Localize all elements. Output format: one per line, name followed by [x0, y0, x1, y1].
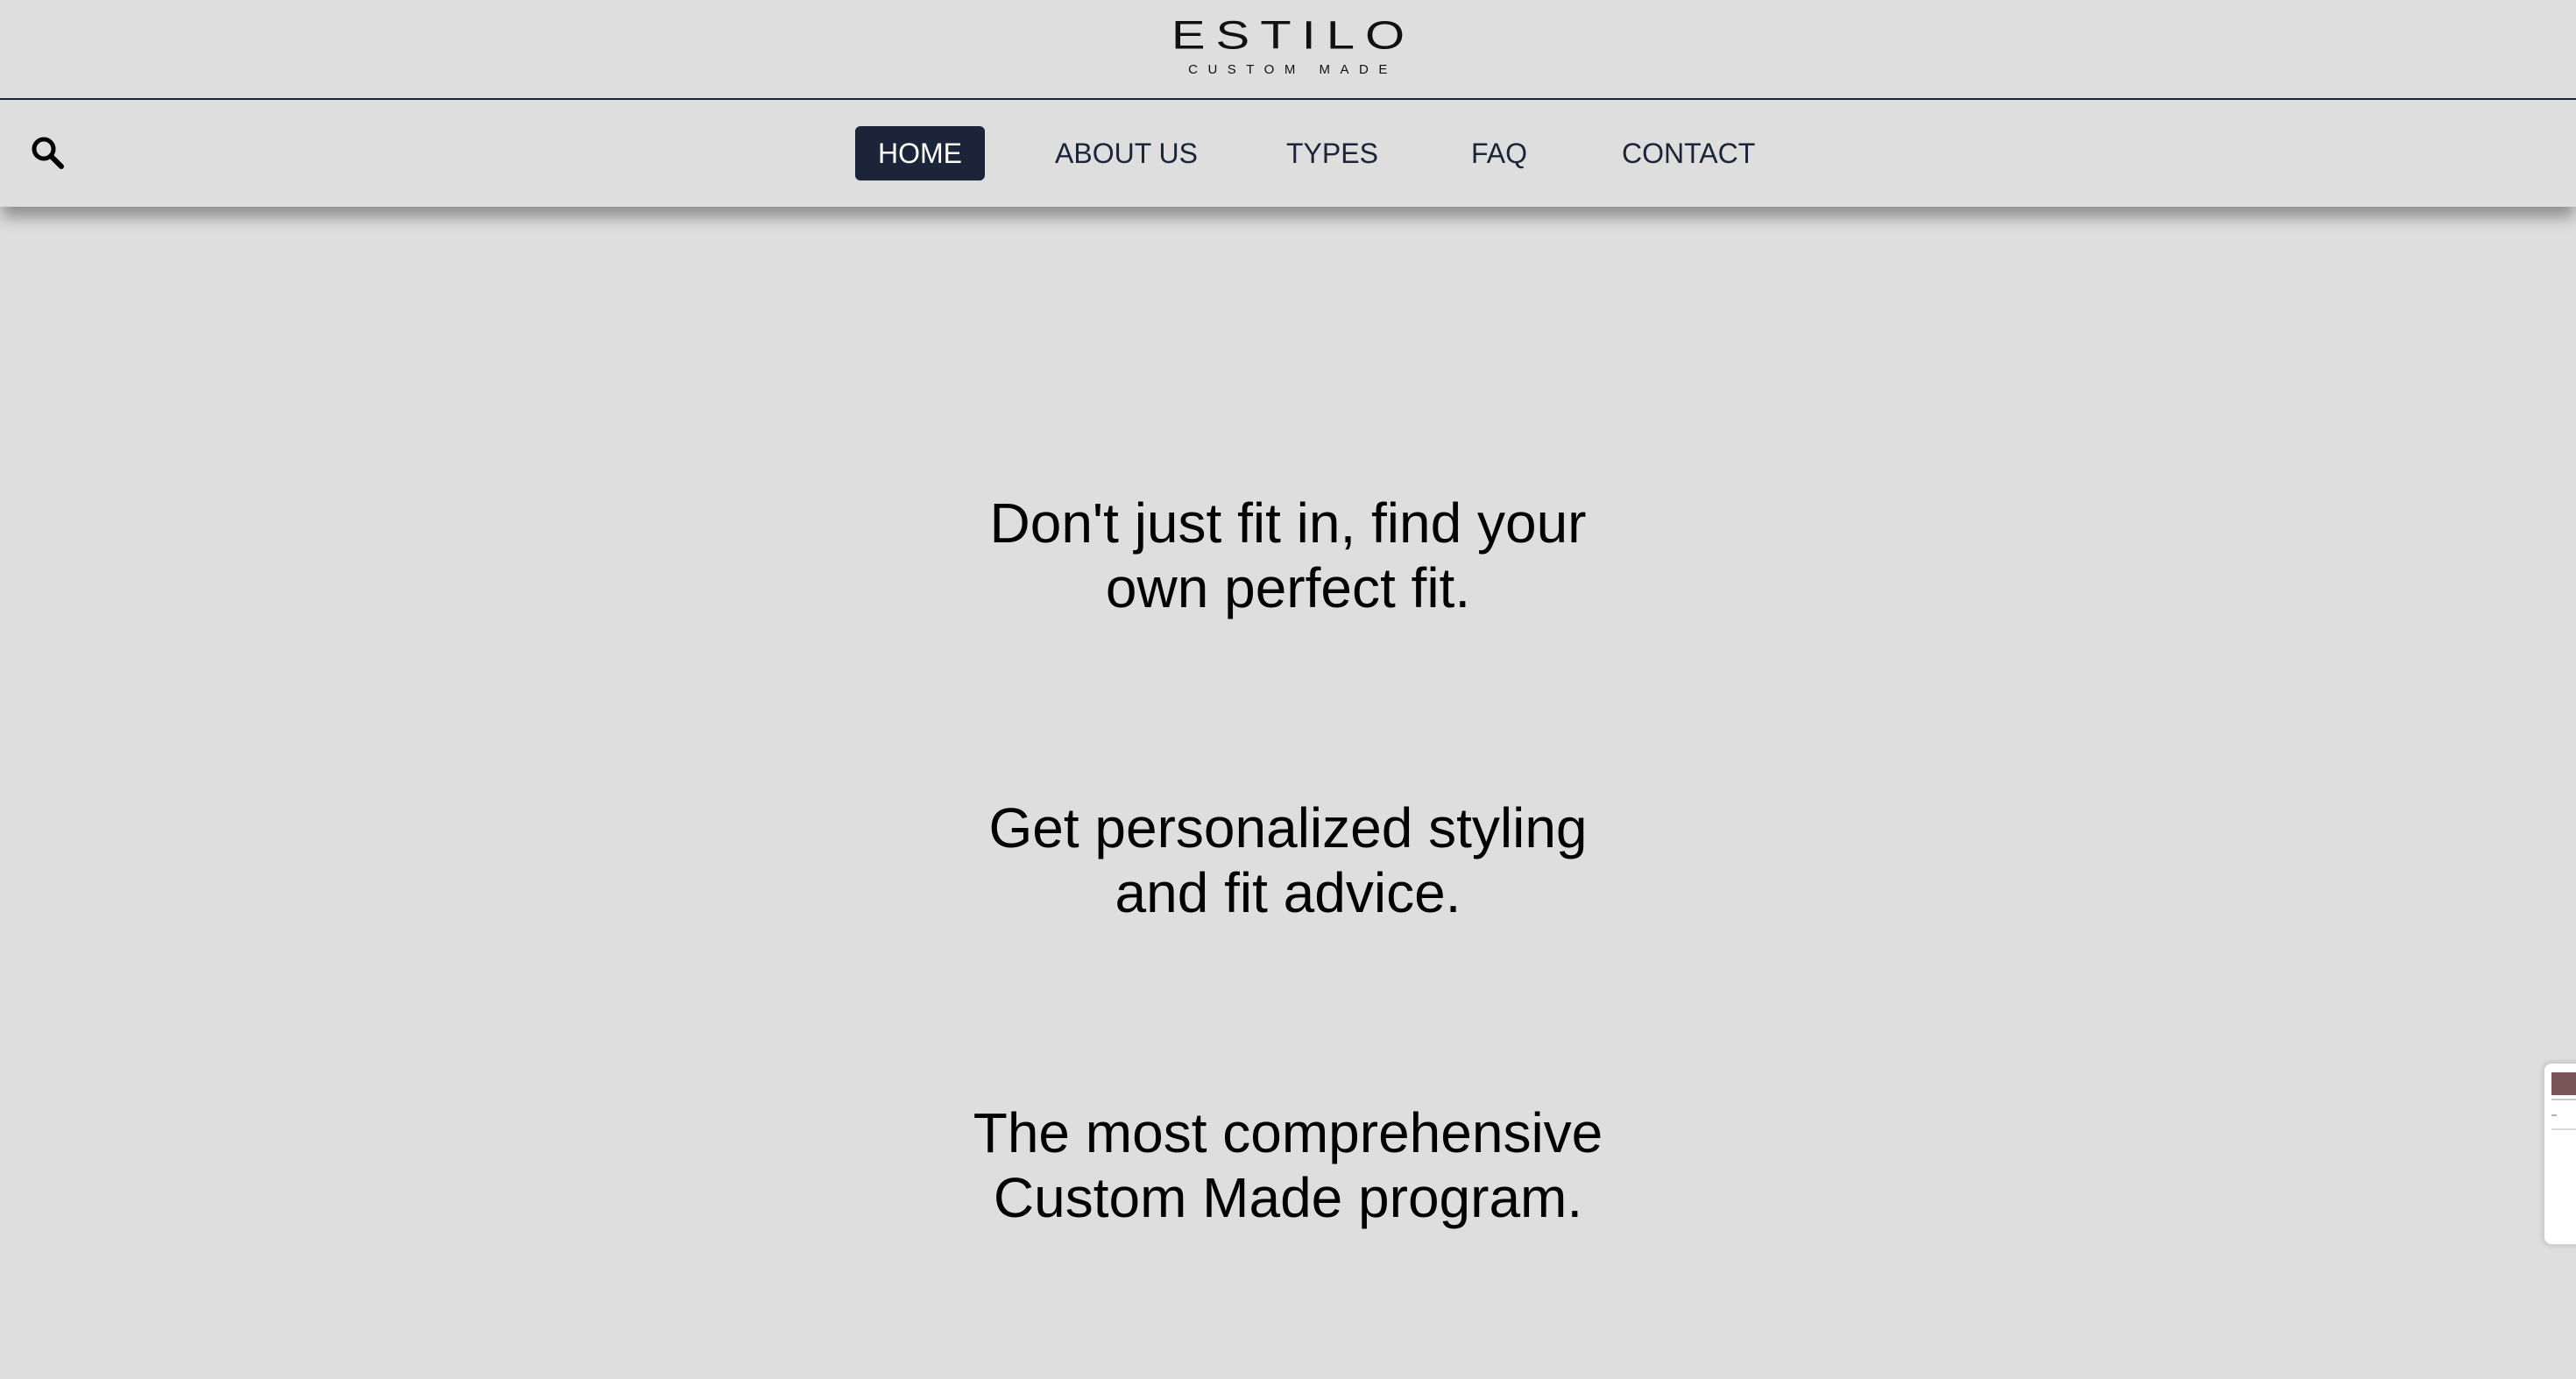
nav-item-faq[interactable]: FAQ	[1471, 126, 1527, 180]
nav-item-about-us[interactable]: ABOUT US	[1055, 126, 1198, 180]
logo-bar: ESTILO CUSTOM MADE	[0, 0, 2576, 100]
search-icon	[32, 137, 64, 169]
hero-tagline: Get personalized styling and fit advice.	[955, 796, 1621, 925]
tagline-line: The most comprehensive	[973, 1101, 1603, 1164]
hero-tagline: The most comprehensive Custom Made progr…	[955, 1100, 1621, 1230]
hero-tagline: Don't just fit in, find your own perfect…	[955, 491, 1621, 620]
preview-text-stub	[2551, 1114, 2557, 1116]
tagline-line: own perfect fit.	[1105, 556, 1471, 619]
tagline-line: and fit advice.	[1115, 861, 1461, 924]
nav-item-contact[interactable]: CONTACT	[1622, 126, 1755, 180]
logo-wordmark: ESTILO	[1171, 12, 1416, 58]
search-button[interactable]	[30, 135, 68, 173]
tagline-line: Don't just fit in, find your	[989, 491, 1587, 555]
nav-item-types[interactable]: TYPES	[1286, 126, 1378, 180]
preview-thumbnail-image	[2551, 1072, 2576, 1095]
brand-logo[interactable]: ESTILO CUSTOM MADE	[1157, 16, 1419, 76]
main-navigation: HOME ABOUT US TYPES FAQ CONTACT	[0, 100, 2576, 207]
tagline-line: Get personalized styling	[988, 796, 1588, 859]
preview-divider	[2551, 1128, 2576, 1130]
preview-divider	[2551, 1099, 2576, 1100]
tagline-line: Custom Made program.	[993, 1166, 1583, 1229]
side-preview-widget[interactable]	[2543, 1062, 2576, 1246]
logo-tagline: CUSTOM MADE	[1188, 62, 1398, 77]
nav-item-home[interactable]: HOME	[855, 126, 985, 180]
